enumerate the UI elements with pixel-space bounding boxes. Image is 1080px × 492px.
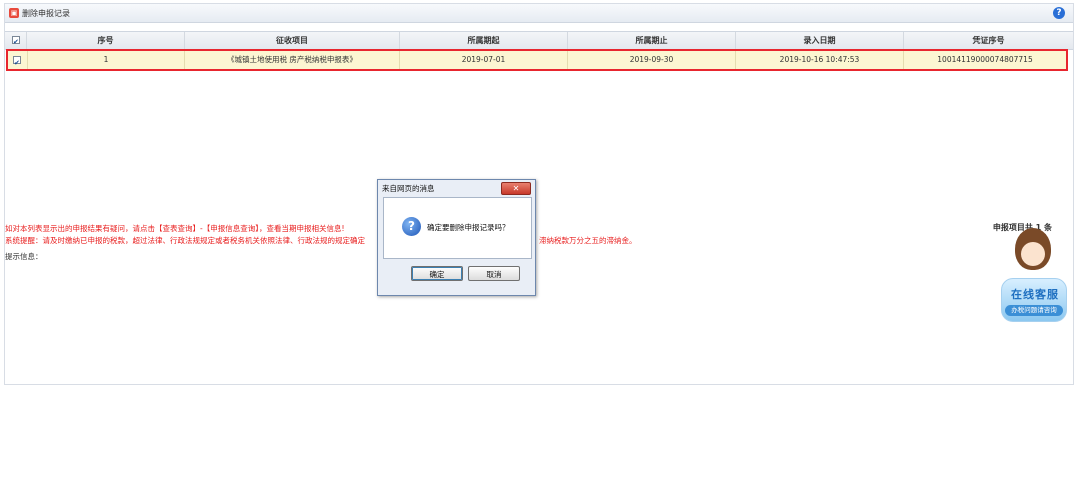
question-icon: ?: [402, 217, 421, 236]
cell-voucher: 10014119000074807715: [937, 55, 1033, 64]
select-all-checkbox[interactable]: [12, 34, 20, 51]
table-header: 序号 征收项目 所属期起 所属期止 录入日期 凭证序号: [5, 31, 1073, 51]
header-end[interactable]: 所属期止: [568, 32, 736, 49]
header-seq[interactable]: 序号: [27, 32, 185, 49]
header-item[interactable]: 征收项目: [185, 32, 400, 49]
window-title: 删除申报记录: [22, 9, 70, 18]
cell-entry-date: 2019-10-16 10:47:53: [736, 51, 904, 69]
online-service-subtitle[interactable]: 办税问题请咨询: [1005, 305, 1063, 316]
query-hint: 如对本列表显示出的申报结果有疑问，请点击【查表查询】-【申报信息查询】，查看当期…: [5, 224, 345, 233]
title-bar: ▣ 删除申报记录 ?: [5, 4, 1073, 23]
main-window: ▣ 删除申报记录 ? 序号 征收项目 所属期起 所属期止 录入日期 凭证序号 1…: [4, 3, 1074, 385]
close-icon[interactable]: ✕: [501, 182, 531, 195]
cell-start: 2019-07-01: [400, 51, 568, 69]
header-start[interactable]: 所属期起: [400, 32, 568, 49]
app-icon: ▣: [9, 8, 19, 18]
online-service-bubble[interactable]: 在线客服 办税问题请咨询: [1001, 278, 1067, 322]
cancel-button[interactable]: 取消: [468, 266, 520, 281]
row-select-cell[interactable]: [8, 51, 28, 72]
cell-item: 《城镇土地使用税 房产税纳税申报表》: [185, 51, 400, 69]
row-checkbox[interactable]: [13, 54, 21, 72]
header-voucher[interactable]: 凭证序号: [904, 32, 1073, 49]
header-entry-date[interactable]: 录入日期: [736, 32, 904, 49]
dialog-title: 来自网页的消息: [382, 184, 435, 193]
system-reminder-tail: 滞纳税款万分之五的滞纳金。: [539, 236, 637, 245]
ok-button[interactable]: 确定: [411, 266, 463, 281]
dialog-body: ? 确定要删除申报记录吗？: [383, 197, 532, 259]
agent-face-icon: [1021, 242, 1045, 266]
table-row[interactable]: 1 《城镇土地使用税 房产税纳税申报表》 2019-07-01 2019-09-…: [6, 49, 1068, 72]
cell-seq: 1: [28, 51, 185, 69]
dialog-message: 确定要删除申报记录吗？: [427, 223, 510, 232]
online-service-widget[interactable]: 在线客服 办税问题请咨询: [1001, 228, 1067, 324]
select-all-cell[interactable]: [5, 32, 27, 51]
online-service-title: 在线客服: [1011, 288, 1059, 301]
cell-end: 2019-09-30: [568, 51, 736, 69]
tip-label: 提示信息：: [5, 252, 43, 261]
help-icon[interactable]: ?: [1053, 7, 1065, 19]
confirm-dialog: 来自网页的消息 ✕ ? 确定要删除申报记录吗？ 确定 取消: [377, 179, 536, 296]
system-reminder: 系统提醒：请及时缴纳已申报的税款，超过法律、行政法规规定或者税务机关依照法律、行…: [5, 236, 365, 245]
